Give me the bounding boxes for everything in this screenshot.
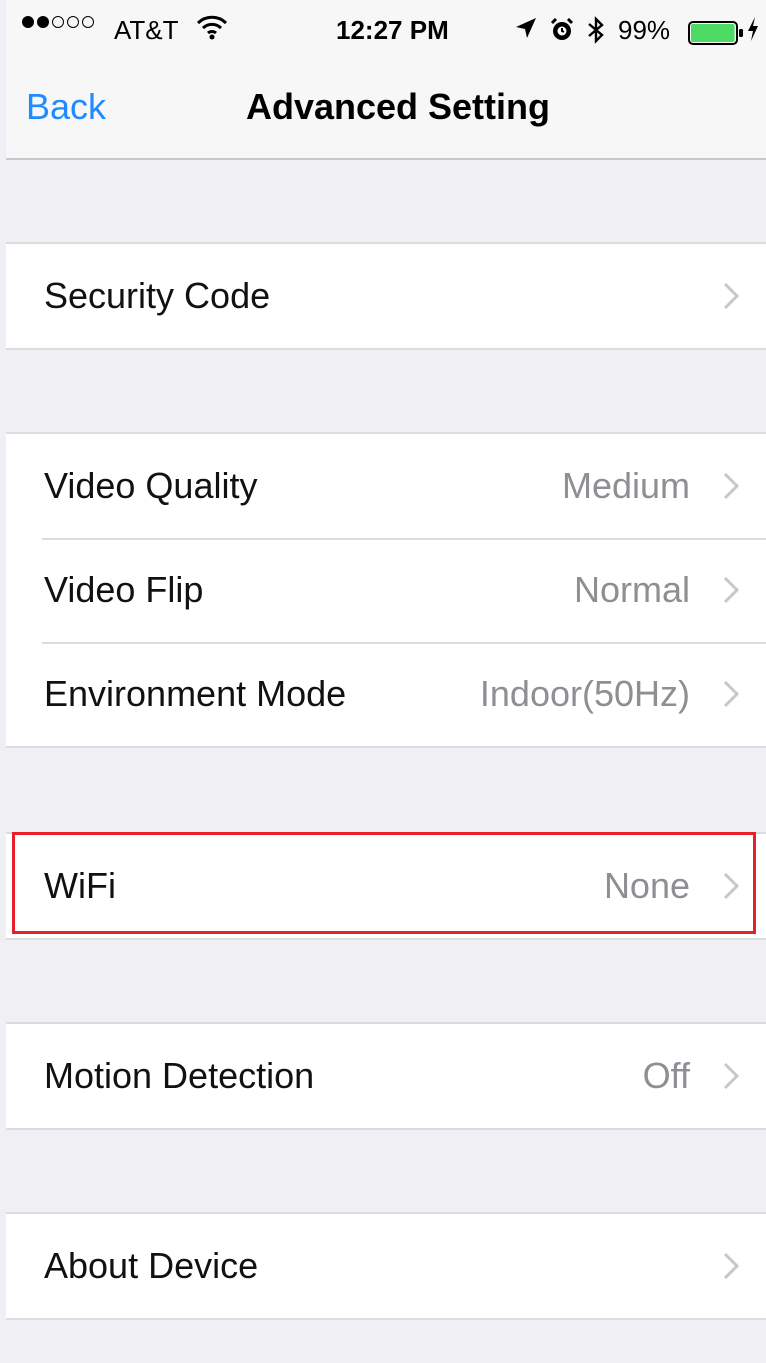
row-label: Video Quality [44, 465, 258, 506]
settings-group-wifi: WiFi None [6, 832, 766, 940]
chevron-right-icon [722, 1251, 740, 1286]
row-security-code[interactable]: Security Code [6, 244, 766, 348]
status-bar: AT&T 12:27 PM 99% [6, 0, 766, 60]
charging-bolt-icon [746, 16, 760, 49]
settings-group-video: Video Quality Medium Video Flip Normal E… [6, 432, 766, 748]
signal-dot [52, 16, 64, 28]
signal-dot [37, 16, 49, 28]
page-title: Advanced Setting [245, 86, 551, 127]
row-value: Normal [573, 569, 690, 610]
row-label: About Device [44, 1245, 259, 1286]
row-about-device[interactable]: About Device [6, 1214, 766, 1318]
battery-icon [688, 20, 744, 52]
signal-dot [22, 16, 34, 28]
signal-dot [82, 16, 94, 28]
alarm-clock-icon [550, 17, 574, 49]
row-value: Medium [561, 465, 690, 506]
settings-screen: AT&T 12:27 PM 99% Back Advanced Setting … [6, 0, 766, 1363]
row-label: Environment Mode [44, 673, 347, 714]
row-label: Motion Detection [44, 1055, 315, 1096]
row-wifi[interactable]: WiFi None [6, 834, 766, 938]
chevron-right-icon [722, 281, 740, 316]
row-value: Indoor(50Hz) [479, 673, 690, 714]
chevron-right-icon [722, 1061, 740, 1096]
row-video-flip[interactable]: Video Flip Normal [6, 538, 766, 642]
bluetooth-icon [586, 16, 606, 51]
signal-strength-icon [22, 16, 94, 28]
row-label: WiFi [44, 865, 116, 906]
row-label: Security Code [44, 275, 271, 316]
row-label: Video Flip [44, 569, 204, 610]
settings-group-security: Security Code [6, 242, 766, 350]
location-arrow-icon [514, 16, 538, 49]
clock: 12:27 PM [336, 15, 449, 45]
wifi-icon [196, 14, 228, 47]
chevron-right-icon [722, 679, 740, 714]
row-video-quality[interactable]: Video Quality Medium [6, 434, 766, 538]
chevron-right-icon [722, 871, 740, 906]
settings-group-about: About Device [6, 1212, 766, 1320]
settings-group-motion: Motion Detection Off [6, 1022, 766, 1130]
row-motion-detection[interactable]: Motion Detection Off [6, 1024, 766, 1128]
chevron-right-icon [722, 575, 740, 610]
signal-dot [67, 16, 79, 28]
navigation-bar: Back Advanced Setting [6, 60, 766, 160]
carrier-name: AT&T [114, 15, 179, 45]
row-environment-mode[interactable]: Environment Mode Indoor(50Hz) [6, 642, 766, 746]
chevron-right-icon [722, 471, 740, 506]
row-value: None [603, 865, 690, 906]
battery-percentage: 99% [618, 15, 671, 45]
row-value: Off [642, 1055, 690, 1096]
